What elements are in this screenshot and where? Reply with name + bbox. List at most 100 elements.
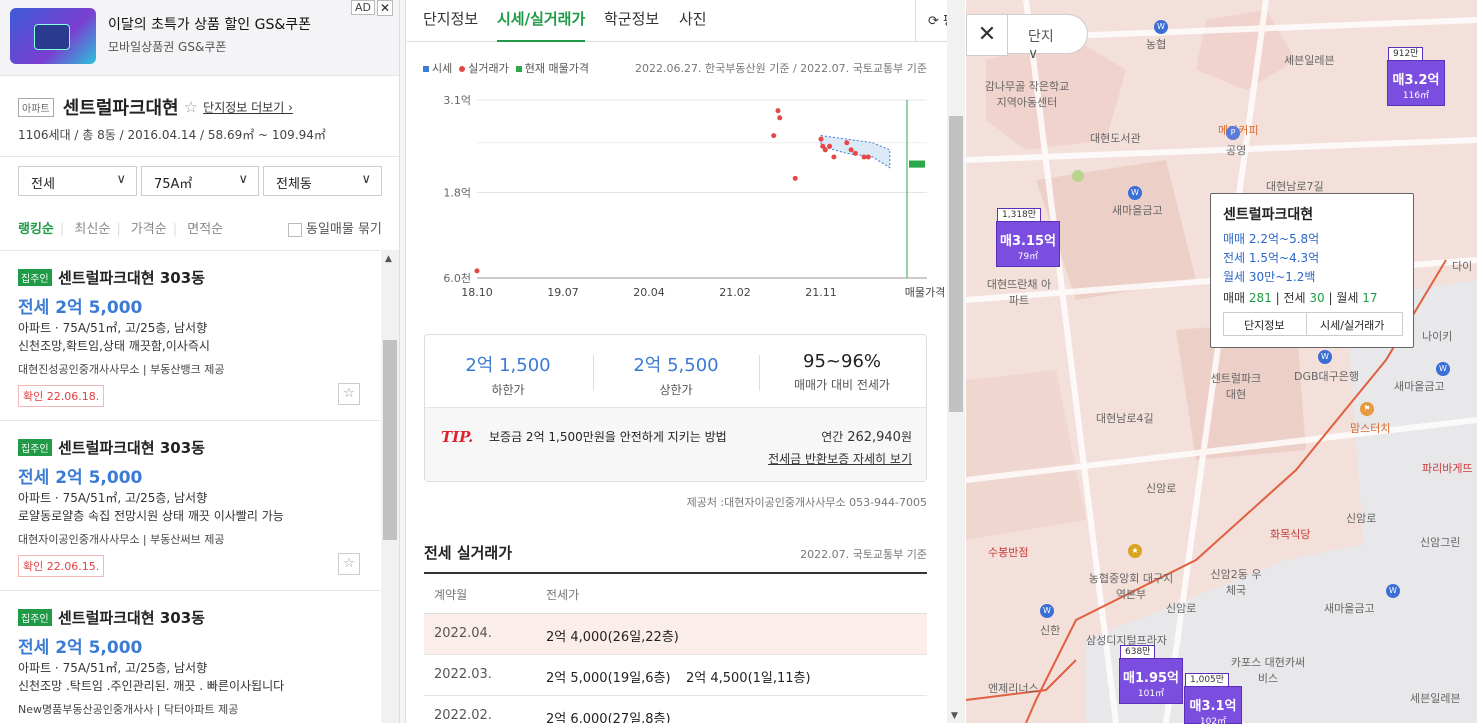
count-monthly-label: 월세 [1336, 291, 1359, 305]
map-label: 다이 [1452, 260, 1473, 273]
price-marker[interactable]: 912만 매3.2억 116㎡ [1388, 47, 1444, 105]
map-label: 카포스 대현카써비스 [1230, 656, 1306, 685]
list-item[interactable]: 집주인 센트럴파크대현 303동 전세 2억 5,000 아파트 · 75A/5… [0, 251, 380, 421]
map-label: 농협 [1146, 38, 1167, 51]
row-price: 2억 4,000(26일,22층) [546, 630, 679, 645]
price-marker[interactable]: 1,318만 매3.15억 79㎡ [997, 208, 1059, 266]
map-label: 새마을금고 [1324, 602, 1375, 615]
parking-icon: P [1226, 126, 1240, 140]
owner-badge: 집주인 [18, 439, 52, 456]
park-icon [1072, 170, 1084, 182]
list-scrollbar[interactable]: ▲ [381, 250, 399, 723]
popup-complex-info-button[interactable]: 단지정보 [1244, 317, 1284, 333]
map-label: DGB대구은행 [1294, 370, 1360, 383]
map-label: 센트럴파크 대현 [1210, 372, 1262, 401]
annual-label: 연간 [821, 430, 844, 444]
x-tick-label: 18.10 [461, 286, 493, 299]
listing-list: 집주인 센트럴파크대현 303동 전세 2억 5,000 아파트 · 75A/5… [0, 250, 380, 723]
complex-popup: 센트럴파크대현 매매 2.2억~5.8억 전세 1.5억~4.3억 월세 30만… [1210, 193, 1414, 348]
map-type-select[interactable]: 단지 ∨ [1008, 14, 1088, 62]
map-close-button[interactable]: ✕ [966, 14, 1008, 56]
favorite-star-icon[interactable]: ☆ [338, 553, 360, 575]
jeonse-ratio-label: 매매가 대비 전세가 [794, 378, 890, 392]
scroll-up-icon[interactable]: ▲ [385, 254, 392, 264]
deal-type-value: 전세 [31, 177, 55, 192]
list-item[interactable]: 집주인 센트럴파크대현 303동 전세 2억 5,000 아파트 · 75A/5… [0, 591, 380, 723]
deal-type-select[interactable]: 전세 ∨ [18, 166, 137, 196]
owner-badge: 집주인 [18, 609, 52, 626]
count-sale: 281 [1248, 291, 1272, 305]
map-label: 새마을금고 [1112, 204, 1163, 217]
chevron-down-icon: ∨ [116, 172, 126, 187]
listing-name[interactable]: 센트럴파크대현 303동 [58, 267, 205, 288]
listing-description: 로얄동로얄층 속집 전망시원 상태 깨끗 이사빨리 가능 [18, 509, 284, 523]
actual-price-point [792, 175, 798, 181]
recent-deals-title: 전세 실거래가 [424, 544, 513, 562]
detail-scrollbar[interactable]: ▼ [947, 0, 965, 723]
map-label: 대현남로7길 [1266, 180, 1324, 193]
listing-description: 신천조망 .탁트임 .주인관리된. 깨끗 . 빠른이사됩니다 [18, 679, 285, 693]
sort-ranking[interactable]: 랭킹순 [18, 222, 54, 237]
listing-name[interactable]: 센트럴파크대현 303동 [58, 607, 205, 628]
count-jeonse-label: 전세 [1283, 291, 1306, 305]
tab-complex-info[interactable]: 단지정보 [423, 8, 478, 42]
legend-market-swatch [423, 65, 429, 72]
dong-select[interactable]: 전체동 ∨ [263, 166, 382, 196]
map-label: 대현남로4길 [1096, 412, 1154, 425]
favorite-star-icon[interactable]: ☆ [184, 98, 198, 117]
popup-monthly-range: 월세 30만~1.2백 [1223, 270, 1316, 284]
scroll-down-icon[interactable]: ▼ [951, 711, 958, 721]
price-marker[interactable]: 638만 매1.95억 101㎡ [1120, 645, 1182, 703]
popup-sale-range: 매매 2.2억~5.8억 [1223, 232, 1320, 246]
group-checkbox[interactable] [288, 222, 302, 237]
ad-title[interactable]: 이달의 초특가 상품 할인 GS&쿠폰 [108, 14, 311, 34]
ad-thumbnail[interactable] [10, 8, 96, 64]
actual-price-point [861, 154, 867, 160]
annual-fee: 연간 262,940원 [821, 428, 912, 445]
chart-legend: 시세 실거래가 현재 매물가격 [423, 60, 589, 76]
x-tick-label: 매물가격 [905, 286, 945, 299]
favorite-star-icon[interactable]: ☆ [338, 383, 360, 405]
bank-icon: W [1318, 350, 1332, 364]
map-label: 세븐일레븐 [1410, 692, 1461, 705]
table-header: 계약월 전세가 [424, 574, 927, 614]
tab-school[interactable]: 학군정보 [604, 8, 659, 42]
map-label: 파리바게뜨 [1422, 462, 1473, 475]
sort-latest[interactable]: 최신순 [74, 222, 110, 237]
count-monthly: 17 [1362, 291, 1378, 305]
col-month: 계약월 [434, 588, 468, 602]
table-row: 2022.03. 2억 5,000(19일,6층) 2억 4,500(1일,11… [424, 655, 927, 696]
group-same-listings[interactable]: 동일매물 묶기 [288, 218, 382, 237]
actual-price-point [831, 154, 837, 160]
detail-panel: 단지정보 시세/실거래가 학군정보 사진 ⟳ 평 시세 실거래가 현재 매물가격… [407, 0, 947, 723]
marker-price: 매1.95억 [1123, 671, 1179, 686]
popup-price-button[interactable]: 시세/실거래가 [1320, 317, 1384, 333]
legend-actual-swatch [459, 65, 466, 72]
guarantee-detail-link[interactable]: 전세금 반환보증 자세히 보기 [768, 450, 912, 467]
marker-price: 매3.1억 [1189, 699, 1237, 714]
listing-spec: 아파트 · 75A/51㎡, 고/25층, 남서향 [18, 321, 208, 335]
scrollbar-thumb[interactable] [949, 116, 963, 412]
map-label: 신한 [1040, 624, 1061, 637]
sort-area[interactable]: 면적순 [187, 222, 223, 237]
scrollbar-thumb[interactable] [383, 340, 397, 540]
list-item[interactable]: 집주인 센트럴파크대현 303동 전세 2억 5,000 아파트 · 75A/5… [0, 421, 380, 591]
price-marker[interactable]: 1,005만 매3.1억 102㎡ [1185, 673, 1241, 727]
actual-price-point [865, 154, 871, 160]
y-tick-label: 1.8억 [443, 187, 471, 200]
listing-name[interactable]: 센트럴파크대현 303동 [58, 437, 205, 458]
tab-price[interactable]: 시세/실거래가 [497, 8, 586, 42]
pyeong-toggle[interactable]: ⟳ 평 [915, 0, 947, 42]
chevron-down-icon: ∨ [1028, 46, 1039, 62]
map-type-value: 단지 [1028, 29, 1054, 45]
actual-price-point [775, 108, 781, 114]
ad-close-button[interactable]: ✕ [377, 0, 393, 16]
complex-info-more-link[interactable]: 단지정보 더보기 › [203, 101, 293, 115]
legend-current-swatch [515, 65, 522, 72]
ad-banner[interactable]: 이달의 초특가 상품 할인 GS&쿠폰 모바일상품권 GS&쿠폰 AD ✕ [0, 0, 399, 76]
map-view[interactable]: 농협 세븐일레븐 감나무골 작은학교 지역아동센터 대현도서관 메가커피 공영 … [966, 0, 1477, 723]
tab-photos[interactable]: 사진 [679, 8, 707, 42]
area-select[interactable]: 75A㎡ ∨ [141, 166, 259, 196]
chevron-down-icon: ∨ [361, 172, 371, 187]
sort-price[interactable]: 가격순 [131, 222, 167, 237]
